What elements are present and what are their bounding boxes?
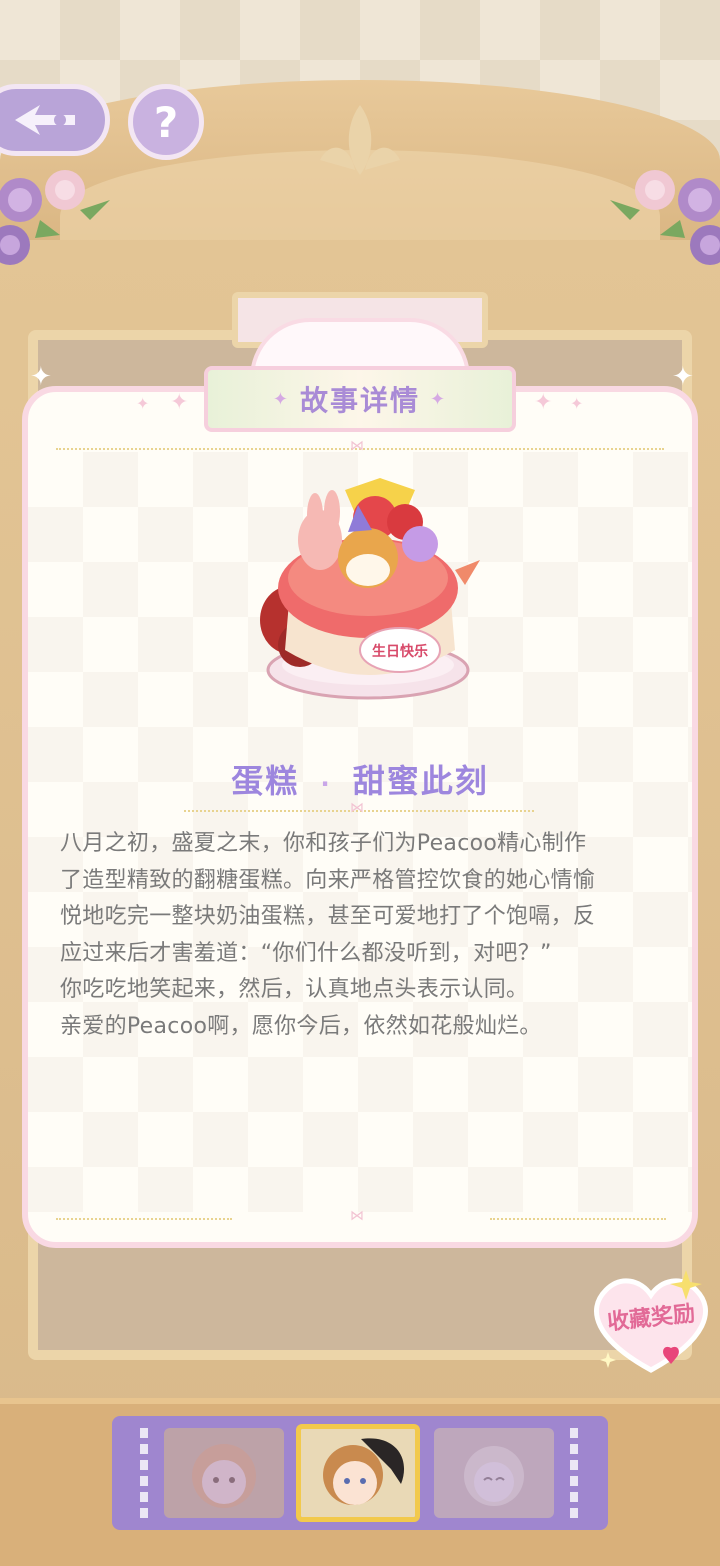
sparkle-icon: ✦ — [534, 390, 553, 415]
divider-bottom-left — [56, 1218, 232, 1220]
item-name-part2: 甜蜜此刻 — [352, 762, 489, 800]
help-button[interactable]: ? — [128, 84, 204, 160]
character-portrait-3 — [434, 1428, 554, 1518]
flower-decoration-right-icon — [610, 170, 720, 265]
dot-icon: ✦ — [272, 388, 290, 410]
dialog-title: 故事详情 — [299, 384, 420, 417]
cake-plaque-text: 生日快乐 — [372, 643, 428, 660]
character-selector — [112, 1416, 608, 1530]
back-arrow-icon — [15, 105, 75, 135]
flower-decoration-left-icon — [0, 170, 110, 265]
help-icon: ? — [153, 97, 179, 147]
character-portrait-2 — [301, 1429, 415, 1517]
dialog-title-ribbon: ✦ 故事详情 ✦ — [204, 366, 516, 432]
character-portrait-1 — [164, 1428, 284, 1518]
story-line: 悦地吃完一整块奶油蛋糕，甚至可爱地打了个饱嗝，反 — [60, 904, 596, 929]
story-text: 八月之初，盛夏之末，你和孩子们为Peacoo精心制作 了造型精致的翻糖蛋糕。向来… — [60, 826, 660, 1045]
dot-icon: ✦ — [430, 388, 448, 410]
character-slot-2[interactable] — [296, 1424, 420, 1522]
sparkle-icon: ✦ — [672, 362, 694, 392]
item-name-part1: 蛋糕 — [231, 762, 300, 800]
story-line: 八月之初，盛夏之末，你和孩子们为Peacoo精心制作 — [60, 831, 587, 856]
birthday-cake-image: 生日快乐 — [260, 478, 480, 700]
sparkle-icon: ✦ — [570, 394, 584, 413]
story-line: 亲爱的Peacoo啊，愿你今后，依然如花般灿烂。 — [60, 1013, 542, 1039]
story-line: 应过来后才害羞道：“你们什么都没听到，对吧？” — [60, 940, 552, 966]
item-name: 蛋糕 · 甜蜜此刻 — [0, 756, 720, 802]
character-slot-1[interactable] — [164, 1428, 284, 1518]
arch-ornament-icon — [320, 105, 400, 175]
story-line: 了造型精致的翻糖蛋糕。向来严格管控饮食的她心情愉 — [60, 867, 596, 893]
sparkle-icon: ✦ — [30, 362, 52, 392]
sparkle-icon: ✦ — [170, 390, 189, 415]
collect-reward-button[interactable]: 收藏奖励 — [586, 1270, 716, 1378]
film-edge-left — [140, 1428, 148, 1518]
bow-icon: ⋈ — [350, 800, 364, 816]
divider-bottom-right — [490, 1218, 666, 1220]
sparkle-icon: ✦ — [136, 394, 150, 413]
bow-icon: ⋈ — [350, 438, 364, 454]
character-slot-3[interactable] — [434, 1428, 554, 1518]
back-button[interactable] — [0, 84, 110, 156]
story-line: 你吃吃地笑起来，然后，认真地点头表示认同。 — [60, 977, 529, 1002]
dot-icon: · — [320, 770, 332, 798]
bow-icon: ⋈ — [350, 1208, 364, 1224]
film-edge-right — [570, 1428, 578, 1518]
